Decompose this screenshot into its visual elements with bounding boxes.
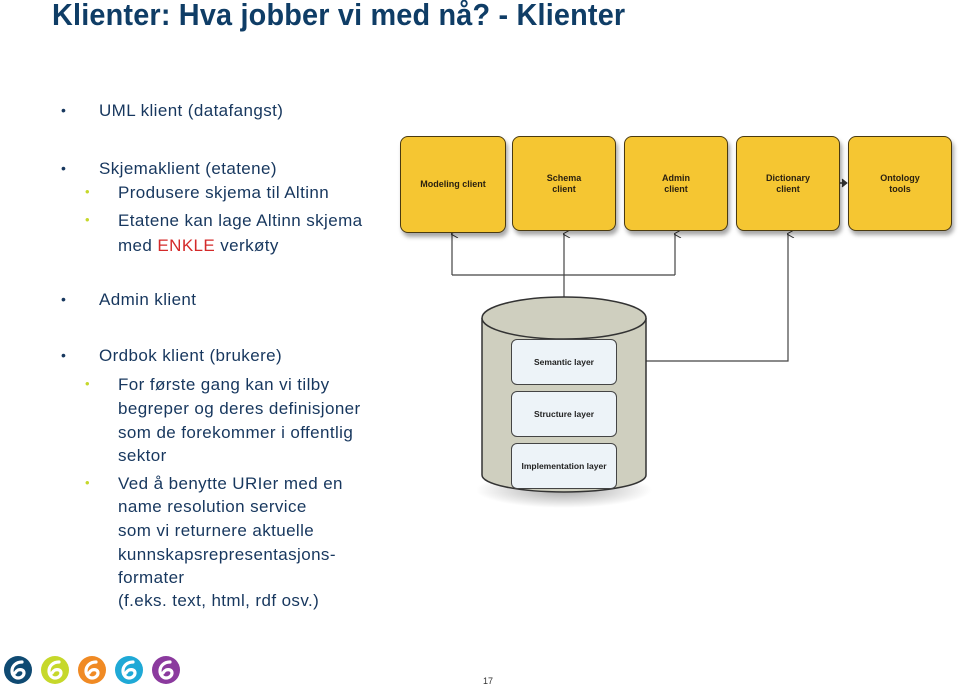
logo-dark-blue-icon (4, 656, 32, 684)
dictionary-client-box: Dictionary client (736, 136, 840, 231)
ontology-tools-box: Ontology tools (848, 136, 952, 231)
schema-client-box: Schema client (512, 136, 616, 231)
structure-layer: Structure layer (511, 391, 617, 437)
modeling-client-box: Modeling client (400, 136, 506, 233)
logo-lime-icon (41, 656, 69, 684)
admin-client-box: Admin client (624, 136, 728, 231)
architecture-diagram (0, 178, 848, 508)
logo-purple-icon (152, 656, 180, 684)
logo-orange-icon (78, 656, 106, 684)
database-cylinder-top (481, 296, 647, 340)
page-number: 17 (483, 676, 494, 686)
logo-cyan-icon (115, 656, 143, 684)
implementation-layer: Implementation layer (511, 443, 617, 489)
semantic-layer: Semantic layer (511, 339, 617, 385)
